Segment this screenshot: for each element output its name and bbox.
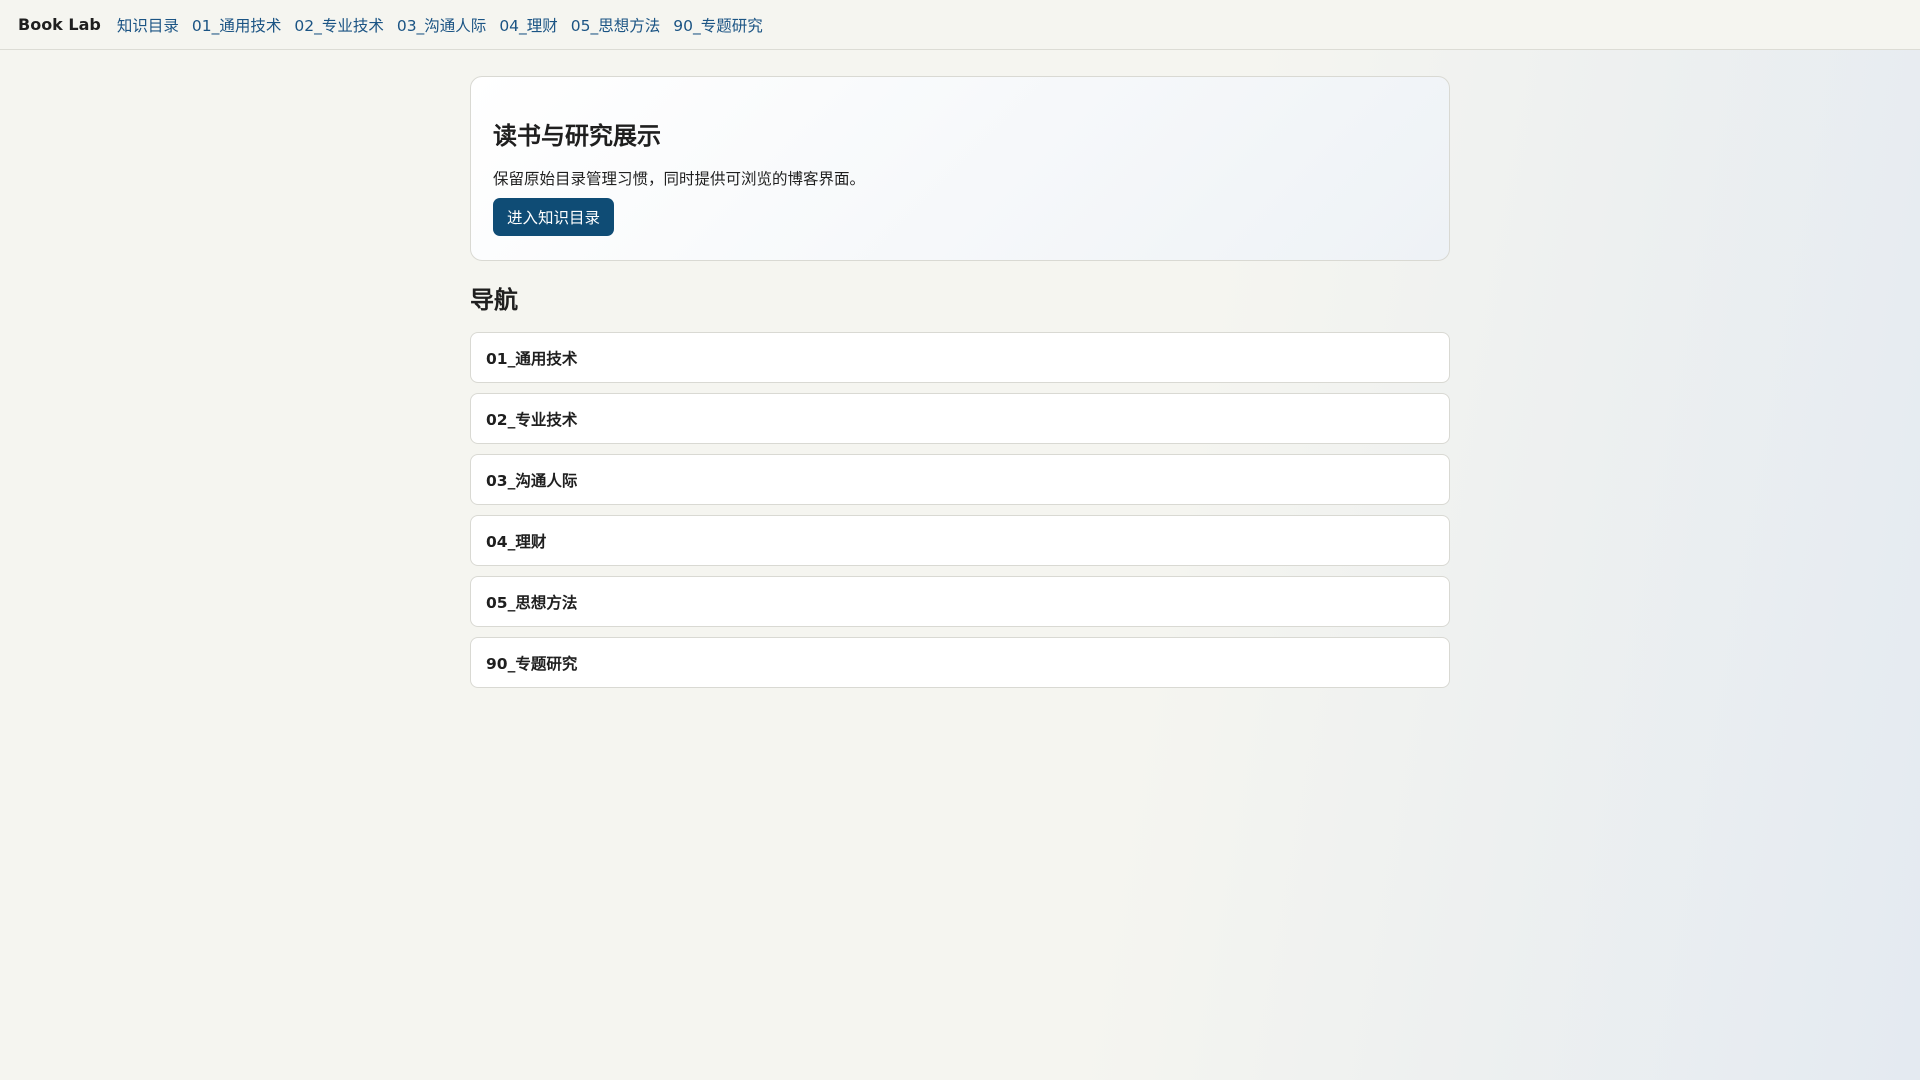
nav-link-03[interactable]: 03_沟通人际 bbox=[397, 14, 486, 36]
nav-list: 01_通用技术 02_专业技术 03_沟通人际 04_理财 05_思想方法 90… bbox=[470, 332, 1450, 688]
nav-item-02[interactable]: 02_专业技术 bbox=[470, 393, 1450, 444]
top-nav-bar: Book Lab 知识目录 01_通用技术 02_专业技术 03_沟通人际 04… bbox=[0, 0, 1920, 50]
hero-card: 读书与研究展示 保留原始目录管理习惯，同时提供可浏览的博客界面。 进入知识目录 bbox=[470, 76, 1450, 261]
hero-subtitle: 保留原始目录管理习惯，同时提供可浏览的博客界面。 bbox=[493, 170, 866, 188]
nav-link-04[interactable]: 04_理财 bbox=[499, 14, 557, 36]
nav-link-02[interactable]: 02_专业技术 bbox=[294, 14, 383, 36]
nav-item-90[interactable]: 90_专题研究 bbox=[470, 637, 1450, 688]
nav-heading: 导航 bbox=[470, 286, 518, 314]
nav-link-01[interactable]: 01_通用技术 bbox=[192, 14, 281, 36]
main-content: 读书与研究展示 保留原始目录管理习惯，同时提供可浏览的博客界面。 进入知识目录 … bbox=[470, 76, 1450, 698]
hero-title: 读书与研究展示 bbox=[493, 122, 661, 150]
nav-link-90[interactable]: 90_专题研究 bbox=[673, 14, 762, 36]
enter-catalog-button[interactable]: 进入知识目录 bbox=[493, 198, 615, 236]
nav-item-05[interactable]: 05_思想方法 bbox=[470, 576, 1450, 627]
nav-item-04[interactable]: 04_理财 bbox=[470, 515, 1450, 566]
nav-item-01[interactable]: 01_通用技术 bbox=[470, 332, 1450, 383]
nav-link-catalog[interactable]: 知识目录 bbox=[117, 14, 179, 36]
brand-logo-text[interactable]: Book Lab bbox=[18, 15, 101, 34]
nav-link-05[interactable]: 05_思想方法 bbox=[571, 14, 660, 36]
nav-item-03[interactable]: 03_沟通人际 bbox=[470, 454, 1450, 505]
